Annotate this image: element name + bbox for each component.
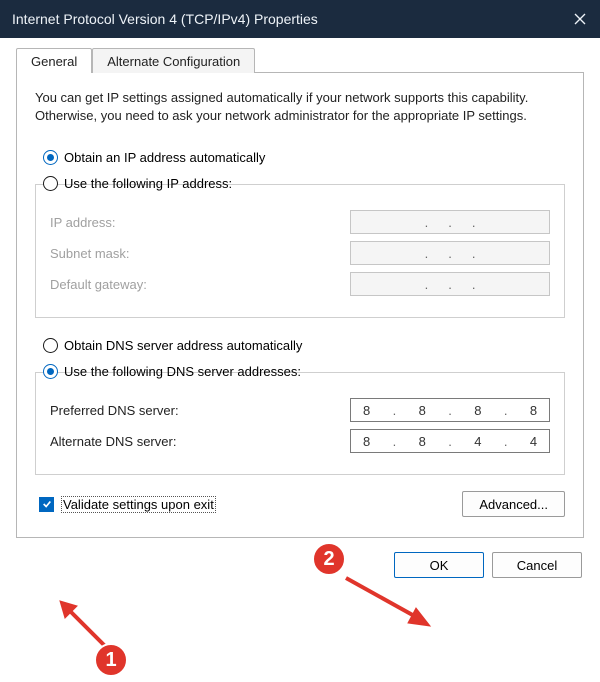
subnet-label: Subnet mask:: [50, 246, 350, 261]
annotation-badge-2: 2: [312, 542, 346, 576]
radio-auto-ip[interactable]: [43, 150, 58, 165]
radio-auto-dns[interactable]: [43, 338, 58, 353]
dns-fieldset: Preferred DNS server: 8. 8. 8. 8 Alterna…: [35, 372, 565, 475]
dns-octet: 8: [412, 403, 432, 418]
ip-address-label: IP address:: [50, 215, 350, 230]
cancel-button[interactable]: Cancel: [492, 552, 582, 578]
annotation-arrow-2: [338, 568, 438, 641]
dns-octet: 8: [357, 403, 377, 418]
titlebar: Internet Protocol Version 4 (TCP/IPv4) P…: [0, 0, 600, 38]
tab-panel: You can get IP settings assigned automat…: [16, 72, 584, 538]
radio-manual-dns[interactable]: [43, 364, 58, 379]
validate-checkbox-row[interactable]: Validate settings upon exit: [39, 496, 216, 513]
gateway-label: Default gateway:: [50, 277, 350, 292]
dns-octet: 4: [523, 434, 543, 449]
dns-octet: 4: [468, 434, 488, 449]
preferred-dns-field[interactable]: 8. 8. 8. 8: [350, 398, 550, 422]
tab-alternate-configuration[interactable]: Alternate Configuration: [92, 48, 255, 73]
radio-auto-dns-row[interactable]: Obtain DNS server address automatically: [43, 334, 565, 356]
radio-auto-ip-row[interactable]: Obtain an IP address automatically: [43, 146, 565, 168]
ip-fieldset: IP address: ... Subnet mask: ... Default…: [35, 184, 565, 318]
alternate-dns-label: Alternate DNS server:: [50, 434, 350, 449]
subnet-field: ...: [350, 241, 550, 265]
validate-checkbox-label: Validate settings upon exit: [61, 496, 216, 513]
dns-octet: 8: [357, 434, 377, 449]
gateway-field: ...: [350, 272, 550, 296]
advanced-button[interactable]: Advanced...: [462, 491, 565, 517]
radio-manual-dns-label: Use the following DNS server addresses:: [64, 364, 301, 379]
alternate-dns-field[interactable]: 8. 8. 4. 4: [350, 429, 550, 453]
preferred-dns-label: Preferred DNS server:: [50, 403, 350, 418]
ip-address-field: ...: [350, 210, 550, 234]
close-button[interactable]: [560, 0, 600, 38]
dns-octet: 8: [412, 434, 432, 449]
tab-general[interactable]: General: [16, 48, 92, 73]
radio-auto-dns-label: Obtain DNS server address automatically: [64, 338, 302, 353]
radio-manual-ip-label: Use the following IP address:: [64, 176, 232, 191]
window-title: Internet Protocol Version 4 (TCP/IPv4) P…: [12, 11, 318, 27]
tabstrip: General Alternate Configuration: [16, 48, 584, 73]
validate-checkbox[interactable]: [39, 497, 54, 512]
radio-manual-ip[interactable]: [43, 176, 58, 191]
dns-octet: 8: [523, 403, 543, 418]
radio-auto-ip-label: Obtain an IP address automatically: [64, 150, 265, 165]
intro-text: You can get IP settings assigned automat…: [35, 89, 565, 124]
dns-octet: 8: [468, 403, 488, 418]
annotation-badge-1: 1: [94, 643, 128, 677]
